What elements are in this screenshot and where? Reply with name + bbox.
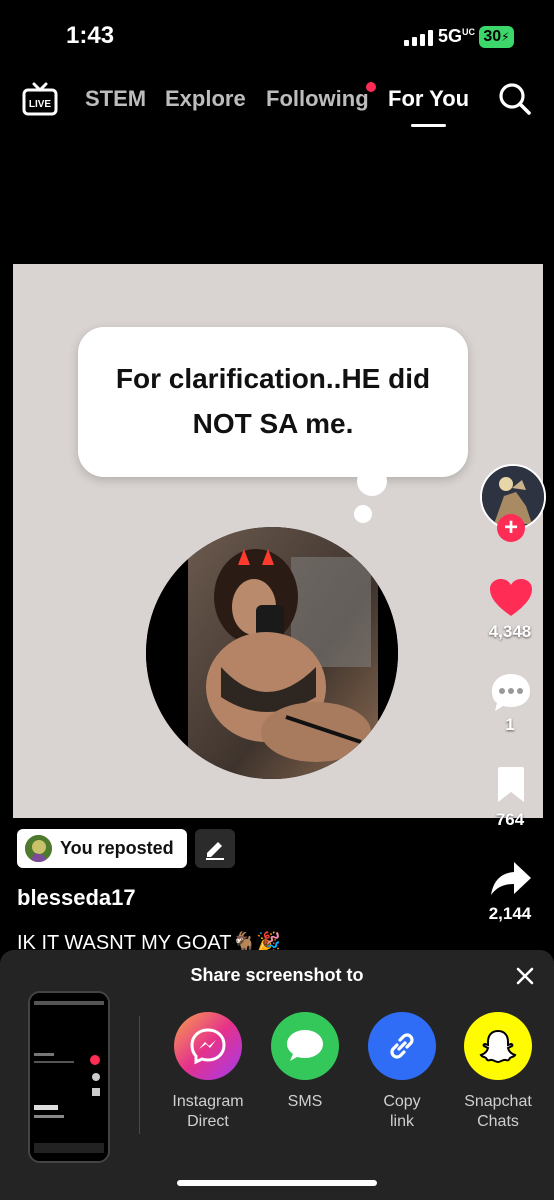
svg-text:LIVE: LIVE (29, 99, 52, 110)
home-indicator[interactable] (177, 1180, 377, 1186)
share-target-sms[interactable]: SMS (255, 1012, 355, 1112)
share-sheet-title: Share screenshot to (190, 965, 364, 985)
pencil-icon (206, 841, 224, 860)
search-icon[interactable] (498, 82, 532, 116)
bubble-tail-small (354, 505, 372, 523)
share-target-instagram[interactable]: Instagram Direct (158, 1012, 258, 1132)
battery-indicator: 30 ⚡ (479, 26, 514, 48)
share-target-label: SMS (287, 1093, 323, 1110)
speech-bubble-text: For clarification..HE did NOT SA me. (78, 327, 468, 477)
close-icon[interactable] (512, 963, 538, 989)
edit-button[interactable] (195, 829, 235, 868)
link-icon (368, 1012, 436, 1080)
network-type: 5GUC (438, 26, 476, 46)
repost-badge[interactable]: You reposted (17, 829, 187, 868)
username[interactable]: blesseda17 (17, 885, 136, 911)
signal-icon (404, 30, 433, 46)
share-target-label: Instagram Direct (172, 1093, 244, 1130)
share-target-copy-link[interactable]: Copy link (352, 1012, 452, 1132)
repost-avatar (25, 835, 52, 862)
chat-bubble-icon (271, 1012, 339, 1080)
bookmark-count: 764 (495, 810, 525, 829)
repost-label: You reposted (60, 838, 174, 858)
bubble-tail (357, 466, 387, 496)
like-count: 4,348 (488, 622, 532, 641)
live-icon[interactable]: LIVE (22, 82, 58, 118)
tab-stem[interactable]: STEM (85, 86, 146, 112)
divider (139, 1016, 140, 1134)
status-time: 1:43 (66, 22, 115, 49)
messenger-icon (174, 1012, 242, 1080)
heart-icon[interactable] (489, 578, 533, 618)
share-count: 2,144 (488, 904, 532, 923)
share-arrow-icon[interactable] (490, 860, 532, 898)
follow-button[interactable]: + (497, 514, 525, 542)
share-target-label: Snapchat Chats (464, 1093, 532, 1130)
comment-icon[interactable] (490, 672, 532, 714)
tab-for-you[interactable]: For You (388, 86, 469, 112)
tab-explore[interactable]: Explore (165, 86, 246, 112)
notification-dot (366, 82, 376, 92)
share-target-snapchat[interactable]: Snapchat Chats (448, 1012, 548, 1132)
circular-photo (146, 527, 398, 779)
ghost-icon (464, 1012, 532, 1080)
share-target-label: Copy link (383, 1093, 421, 1130)
tab-following[interactable]: Following (266, 86, 369, 112)
screenshot-thumbnail[interactable] (28, 991, 110, 1163)
comment-count: 1 (505, 715, 515, 734)
bookmark-icon[interactable] (495, 766, 527, 804)
active-tab-indicator (411, 124, 446, 127)
